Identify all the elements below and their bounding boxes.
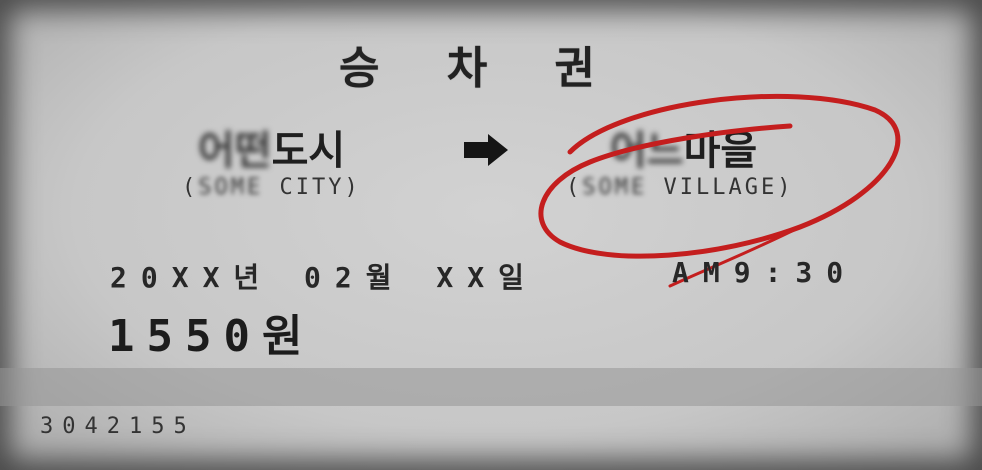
departure-english: (SOME CITY) [182,175,361,200]
departure-time: AM9:30 [672,256,858,289]
train-ticket: 승 차 권 어떤도시 (SOME CITY) 어느마을 (SOME VILLAG… [0,0,982,470]
departure-english-redacted: SOME [198,175,264,200]
right-arrow-icon [464,134,508,166]
fare-price: 1550원 [108,311,315,362]
travel-date: 20XX년 02월 XX일 [110,261,538,294]
magnetic-strip [0,368,982,406]
departure-name-redacted: 어떤 [198,128,272,174]
departure-name: 어떤도시 [198,118,345,176]
departure-english-paren: ( [182,175,199,200]
serial-number: 3042155 [40,414,196,439]
departure-english-visible: CITY) [263,175,361,200]
departure-name-visible: 도시 [271,128,346,174]
